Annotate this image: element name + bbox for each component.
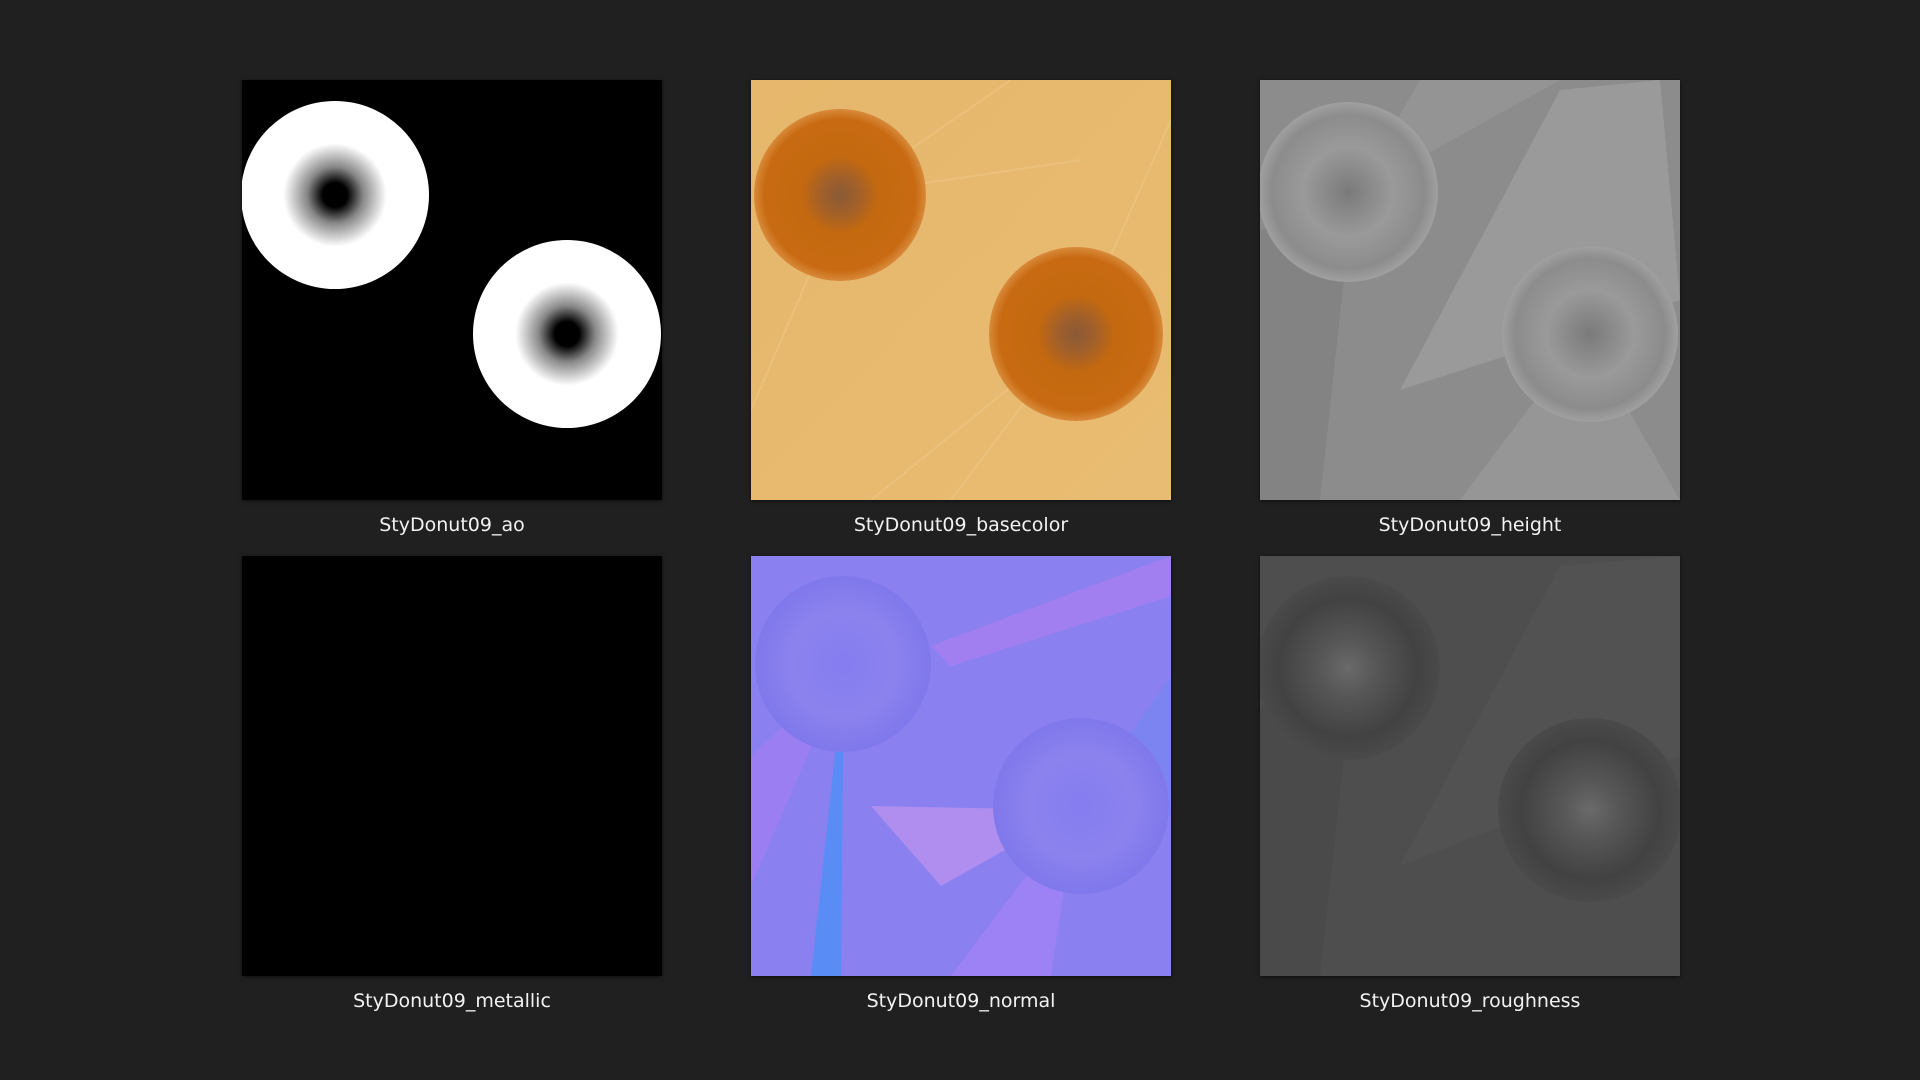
ao-donut-1 xyxy=(242,101,429,289)
normal-texture-thumbnail[interactable] xyxy=(751,556,1171,976)
roughness-texture-thumbnail[interactable] xyxy=(1260,556,1680,976)
file-grid: StyDonut09_ao StyDonut09_basecolor StyDo… xyxy=(0,0,1920,1080)
normal-texture-image xyxy=(751,556,1171,976)
file-item-basecolor[interactable]: StyDonut09_basecolor xyxy=(751,80,1171,540)
height-texture-thumbnail[interactable] xyxy=(1260,80,1680,500)
basecolor-donut-1 xyxy=(754,109,926,281)
basecolor-texture-thumbnail[interactable] xyxy=(751,80,1171,500)
metallic-texture-thumbnail[interactable] xyxy=(242,556,662,976)
file-name-label: StyDonut09_basecolor xyxy=(853,514,1069,536)
height-donut-2 xyxy=(1502,246,1678,422)
roughness-donut-2 xyxy=(1498,718,1680,902)
file-item-height[interactable]: StyDonut09_height xyxy=(1260,80,1680,540)
file-name-label: StyDonut09_normal xyxy=(866,990,1056,1012)
roughness-donut-1 xyxy=(1260,576,1440,760)
file-item-metallic[interactable]: StyDonut09_metallic xyxy=(242,556,662,1016)
normal-donut-2 xyxy=(993,718,1169,894)
ao-donut-2 xyxy=(473,240,661,428)
height-texture-image xyxy=(1260,80,1680,500)
file-item-ao[interactable]: StyDonut09_ao xyxy=(242,80,662,540)
file-name-label: StyDonut09_ao xyxy=(379,514,525,536)
ao-texture-thumbnail[interactable] xyxy=(242,80,662,500)
file-item-roughness[interactable]: StyDonut09_roughness xyxy=(1260,556,1680,1016)
file-name-label: StyDonut09_height xyxy=(1378,514,1562,536)
basecolor-donut-2 xyxy=(989,247,1163,421)
metallic-texture-image xyxy=(242,556,662,976)
ao-texture-image xyxy=(242,80,662,500)
file-name-label: StyDonut09_metallic xyxy=(353,990,551,1012)
height-donut-1 xyxy=(1260,102,1438,282)
file-name-label: StyDonut09_roughness xyxy=(1359,990,1581,1012)
file-item-normal[interactable]: StyDonut09_normal xyxy=(751,556,1171,1016)
roughness-texture-image xyxy=(1260,556,1680,976)
normal-donut-1 xyxy=(755,576,931,752)
basecolor-texture-image xyxy=(751,80,1171,500)
